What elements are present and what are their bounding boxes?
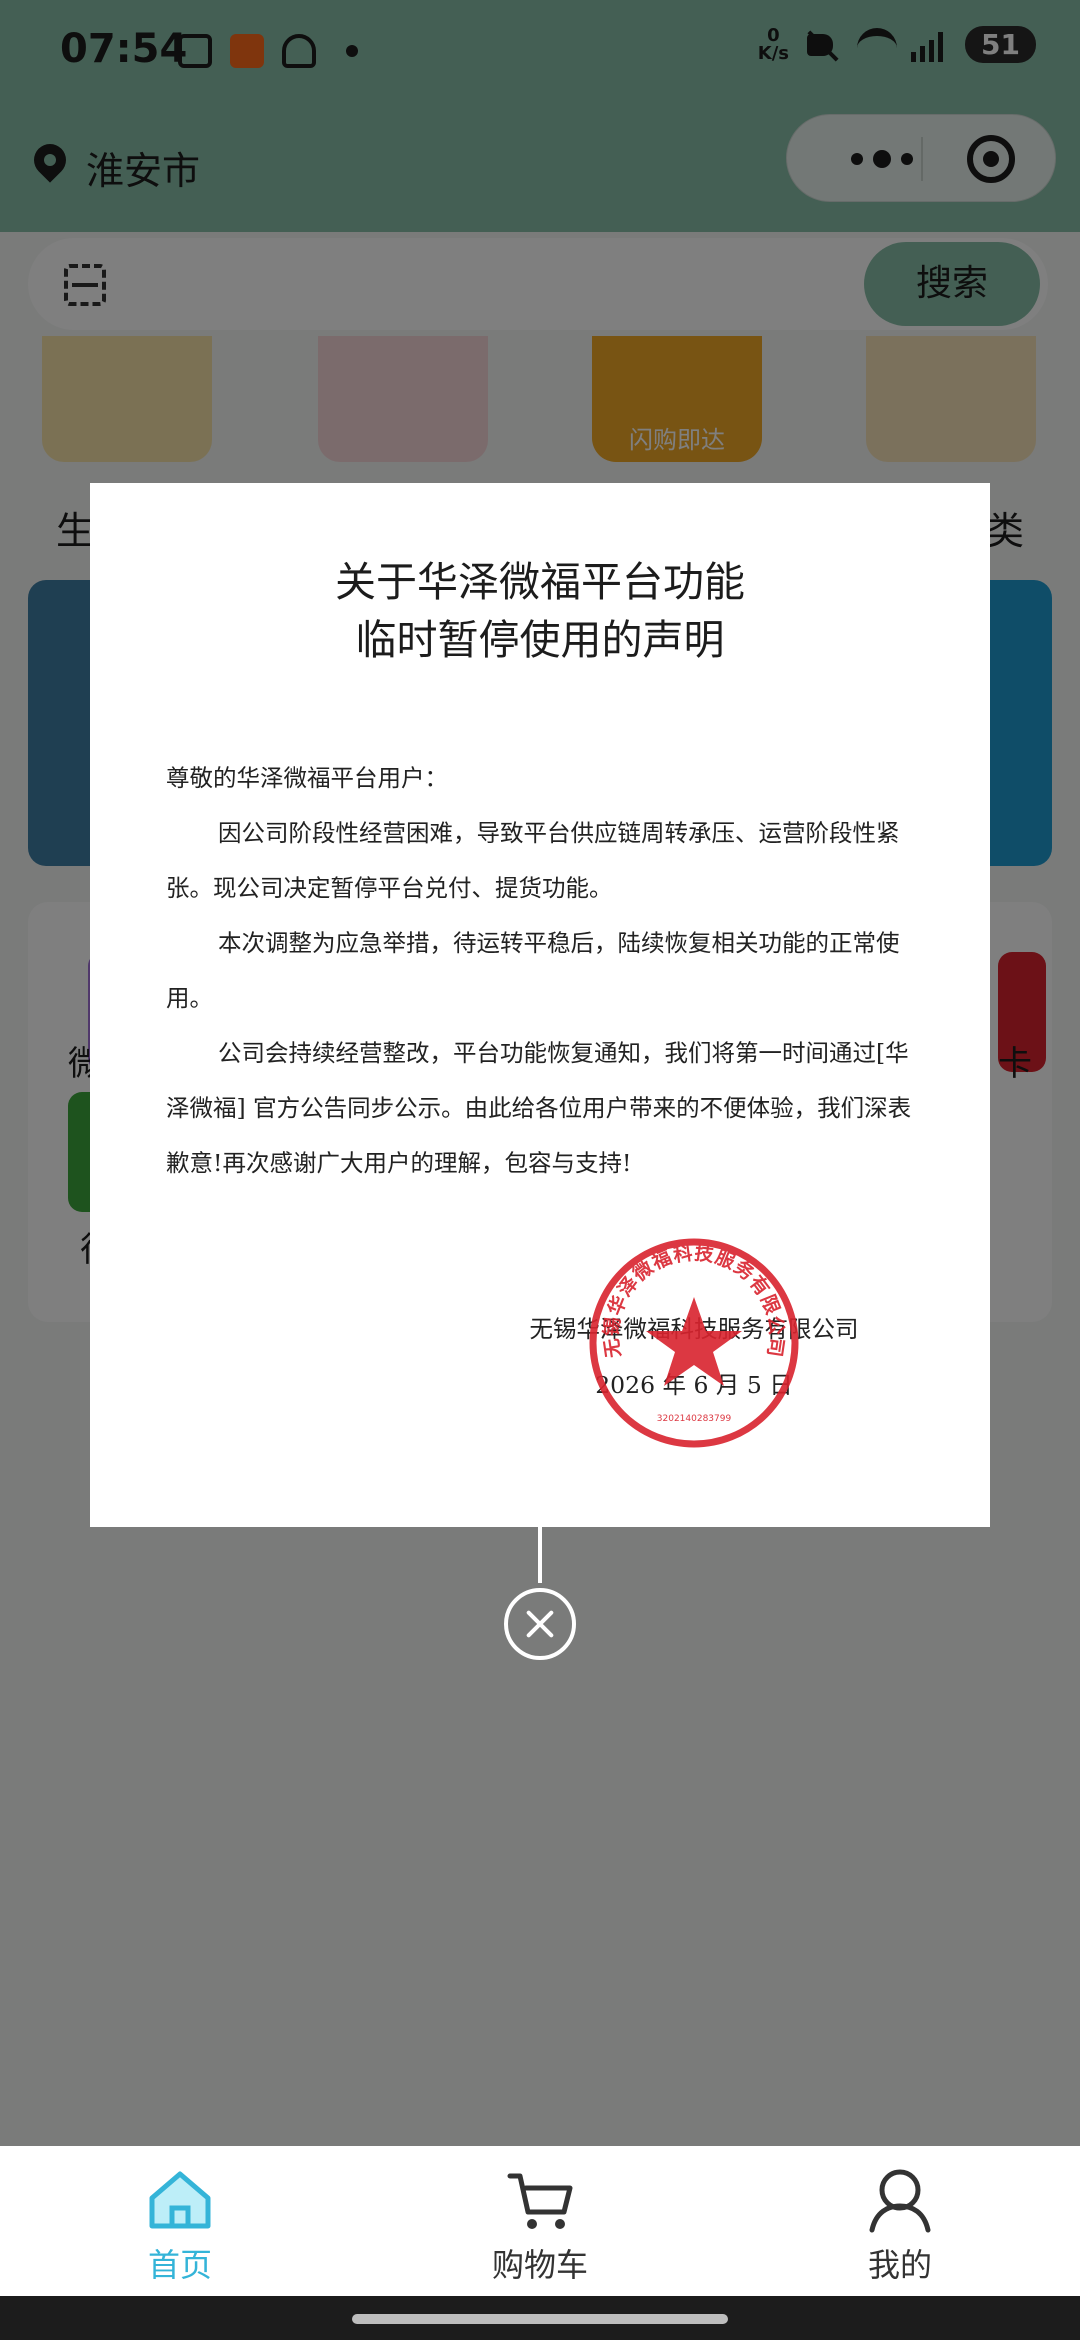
cart-icon bbox=[507, 2173, 573, 2229]
notice-title-line2: 临时暂停使用的声明 bbox=[355, 616, 725, 664]
tab-home[interactable]: 首页 bbox=[0, 2146, 360, 2296]
bottom-tab-bar: 首页 购物车 我的 bbox=[0, 2146, 1080, 2296]
profile-icon bbox=[869, 2169, 931, 2233]
notice-dialog: 关于华泽微福平台功能 临时暂停使用的声明 尊敬的华泽微福平台用户： 因公司阶段性… bbox=[90, 483, 990, 1527]
tab-cart[interactable]: 购物车 bbox=[360, 2146, 720, 2296]
tab-label: 我的 bbox=[867, 2246, 932, 2284]
close-dialog-icon[interactable] bbox=[504, 1588, 576, 1660]
company-seal-icon: 无锡华泽微福科技服务有限公司 3202140283799 bbox=[589, 1238, 799, 1448]
notice-greeting: 尊敬的华泽微福平台用户： bbox=[166, 764, 448, 792]
system-nav-bar bbox=[0, 2296, 1080, 2340]
notice-title: 关于华泽微福平台功能 临时暂停使用的声明 bbox=[90, 553, 990, 669]
tab-label: 购物车 bbox=[491, 2246, 588, 2284]
notice-title-line1: 关于华泽微福平台功能 bbox=[335, 558, 745, 606]
notice-paragraph: 公司会持续经营整改，平台功能恢复通知，我们将第一时间通过[华泽微福] 官方公告同… bbox=[166, 1039, 912, 1177]
home-indicator[interactable] bbox=[352, 2314, 728, 2324]
home-icon bbox=[149, 2171, 211, 2229]
close-connector-line bbox=[538, 1527, 542, 1583]
seal-number: 3202140283799 bbox=[657, 1414, 732, 1424]
notice-paragraph: 因公司阶段性经营困难，导致平台供应链周转承压、运营阶段性紧张。现公司决定暂停平台… bbox=[166, 819, 900, 902]
notice-paragraph: 本次调整为应急举措，待运转平稳后，陆续恢复相关功能的正常使用。 bbox=[166, 929, 900, 1012]
notice-body: 尊敬的华泽微福平台用户： 因公司阶段性经营困难，导致平台供应链周转承压、运营阶段… bbox=[166, 751, 918, 1191]
tab-label: 首页 bbox=[147, 2246, 212, 2284]
tab-profile[interactable]: 我的 bbox=[720, 2146, 1080, 2296]
